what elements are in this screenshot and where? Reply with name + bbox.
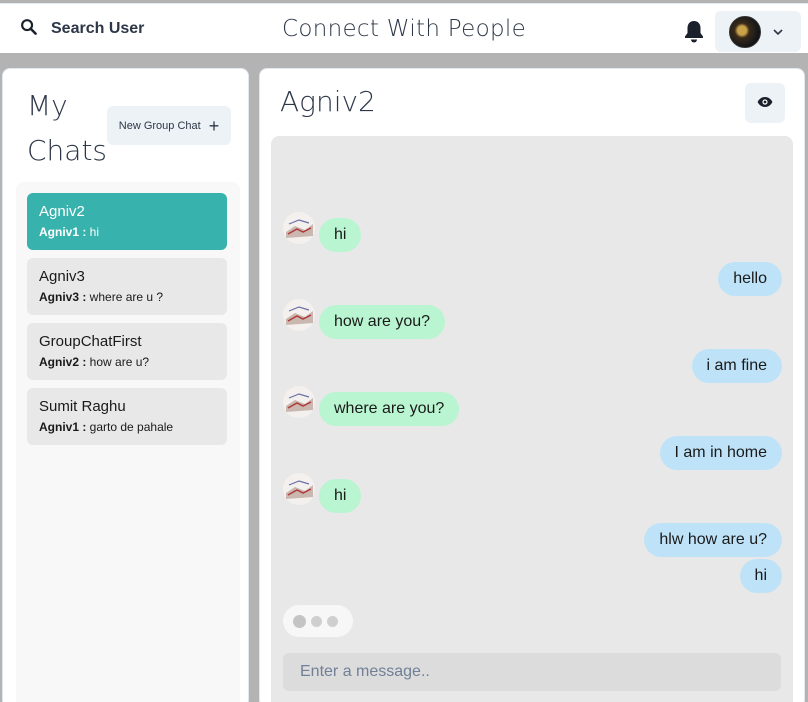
chat-preview: Agniv1 : hi (39, 225, 215, 239)
outgoing-message: hlw how are u? (644, 523, 782, 557)
typing-dot (327, 615, 338, 627)
chat-preview: Agniv1 : garto de pahale (39, 420, 215, 434)
chat-name: GroupChatFirst (39, 333, 142, 350)
sender-avatar[interactable] (283, 212, 315, 244)
avatar (729, 15, 761, 48)
outgoing-message: I am in home (659, 436, 782, 470)
message-row: i am fine (271, 349, 793, 383)
message-area[interactable]: hi hello how are you? i am fine where ar… (271, 136, 793, 702)
chat-title: Agniv2 (280, 85, 376, 118)
outgoing-message: i am fine (691, 349, 782, 383)
chat-preview-text: where are u ? (86, 290, 164, 304)
profile-menu-button[interactable] (715, 11, 801, 52)
message-row: where are you? (271, 386, 793, 426)
message-row: how are you? (271, 299, 793, 339)
chat-preview: Agniv3 : where are u ? (39, 290, 215, 304)
plus-icon: + (208, 115, 220, 136)
chevron-down-icon (773, 23, 783, 41)
typing-dot (293, 614, 306, 628)
chat-name: Agniv3 (39, 268, 85, 285)
chat-name: Sumit Raghu (39, 398, 126, 415)
message-input[interactable] (283, 653, 781, 691)
incoming-message: hi (319, 479, 362, 513)
chat-list-item[interactable]: Agniv3 Agniv3 : where are u ? (27, 258, 227, 315)
chat-preview-text: garto de pahale (86, 420, 174, 434)
chat-list: Agniv2 Agniv1 : hi Agniv3 Agniv3 : where… (16, 182, 240, 702)
typing-dot (311, 615, 322, 627)
chat-name: Agniv2 (39, 203, 85, 220)
search-user-label: Search User (51, 20, 145, 37)
message-row: I am in home (271, 436, 793, 470)
chat-preview-sender: Agniv1 : (39, 225, 87, 239)
my-chats-panel: My Chats New Group Chat + Agniv2 Agniv1 … (2, 68, 249, 702)
chat-list-item[interactable]: Agniv2 Agniv1 : hi (27, 193, 227, 250)
eye-icon (757, 96, 773, 111)
chat-preview-text: how are u? (86, 355, 150, 369)
outgoing-message: hi (739, 559, 782, 593)
outgoing-message: hello (718, 262, 782, 296)
message-row: hi (271, 473, 793, 513)
search-user-button[interactable]: Search User (10, 10, 150, 48)
incoming-message: hi (319, 218, 362, 252)
typing-indicator (283, 605, 353, 637)
chat-preview-sender: Agniv1 : (39, 420, 87, 434)
bell-icon[interactable] (683, 19, 707, 43)
my-chats-title: My Chats (27, 89, 108, 167)
search-icon (20, 18, 37, 40)
chat-preview-sender: Agniv2 : (39, 355, 87, 369)
sender-avatar[interactable] (283, 386, 315, 418)
incoming-message: how are you? (319, 305, 446, 339)
message-row: hi (271, 212, 793, 252)
new-group-chat-label: New Group Chat (118, 119, 201, 132)
sender-avatar[interactable] (283, 473, 315, 505)
sender-avatar[interactable] (283, 299, 315, 331)
chat-preview-sender: Agniv3 : (39, 290, 87, 304)
message-row: hello (271, 262, 793, 296)
chat-panel: Agniv2 hi hello how are you? i am fine w… (259, 68, 805, 702)
incoming-message: where are you? (319, 392, 460, 426)
message-row: hi (271, 559, 793, 593)
new-group-chat-button[interactable]: New Group Chat + (107, 106, 231, 145)
message-row: hlw how are u? (271, 523, 793, 557)
top-bar: Search User Connect With People (0, 3, 808, 53)
chat-list-item[interactable]: Sumit Raghu Agniv1 : garto de pahale (27, 388, 227, 445)
chat-list-item[interactable]: GroupChatFirst Agniv2 : how are u? (27, 323, 227, 380)
chat-preview-text: hi (86, 225, 100, 239)
view-profile-button[interactable] (745, 83, 785, 123)
chat-preview: Agniv2 : how are u? (39, 355, 215, 369)
